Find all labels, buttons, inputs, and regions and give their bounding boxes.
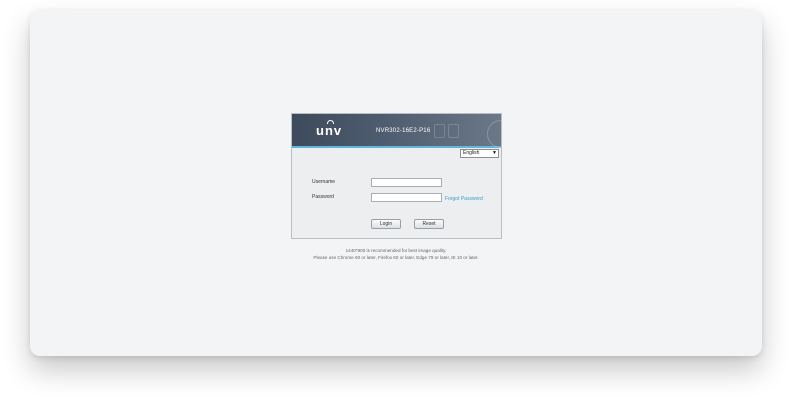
- login-panel: unv NVR302-16E2-P16 English ▼ Username P…: [291, 113, 502, 239]
- language-selected-value: English: [463, 150, 480, 156]
- logo-arc-icon: [327, 120, 334, 124]
- forgot-password-link[interactable]: Forgot Password: [445, 196, 483, 202]
- reset-button[interactable]: Reset: [414, 219, 444, 229]
- device-model: NVR302-16E2-P16: [376, 128, 431, 134]
- decor-square-icon: [448, 124, 459, 138]
- login-button[interactable]: Login: [371, 219, 401, 229]
- unv-logo: unv: [316, 123, 343, 138]
- browser-note: Please use Chrome 60 or later, Firefox 6…: [313, 255, 479, 260]
- password-input[interactable]: [371, 193, 442, 202]
- decor-square-icon: [434, 124, 445, 138]
- login-header: unv NVR302-16E2-P16: [292, 114, 501, 148]
- language-select[interactable]: English ▼: [460, 149, 499, 158]
- password-label: Password: [312, 194, 334, 200]
- username-label: Username: [312, 179, 336, 185]
- username-input[interactable]: [371, 178, 442, 187]
- decor-circle-icon: [487, 120, 501, 148]
- resolution-note: 1440*900 is recommended for best image q…: [345, 248, 447, 253]
- chevron-down-icon: ▼: [492, 150, 497, 156]
